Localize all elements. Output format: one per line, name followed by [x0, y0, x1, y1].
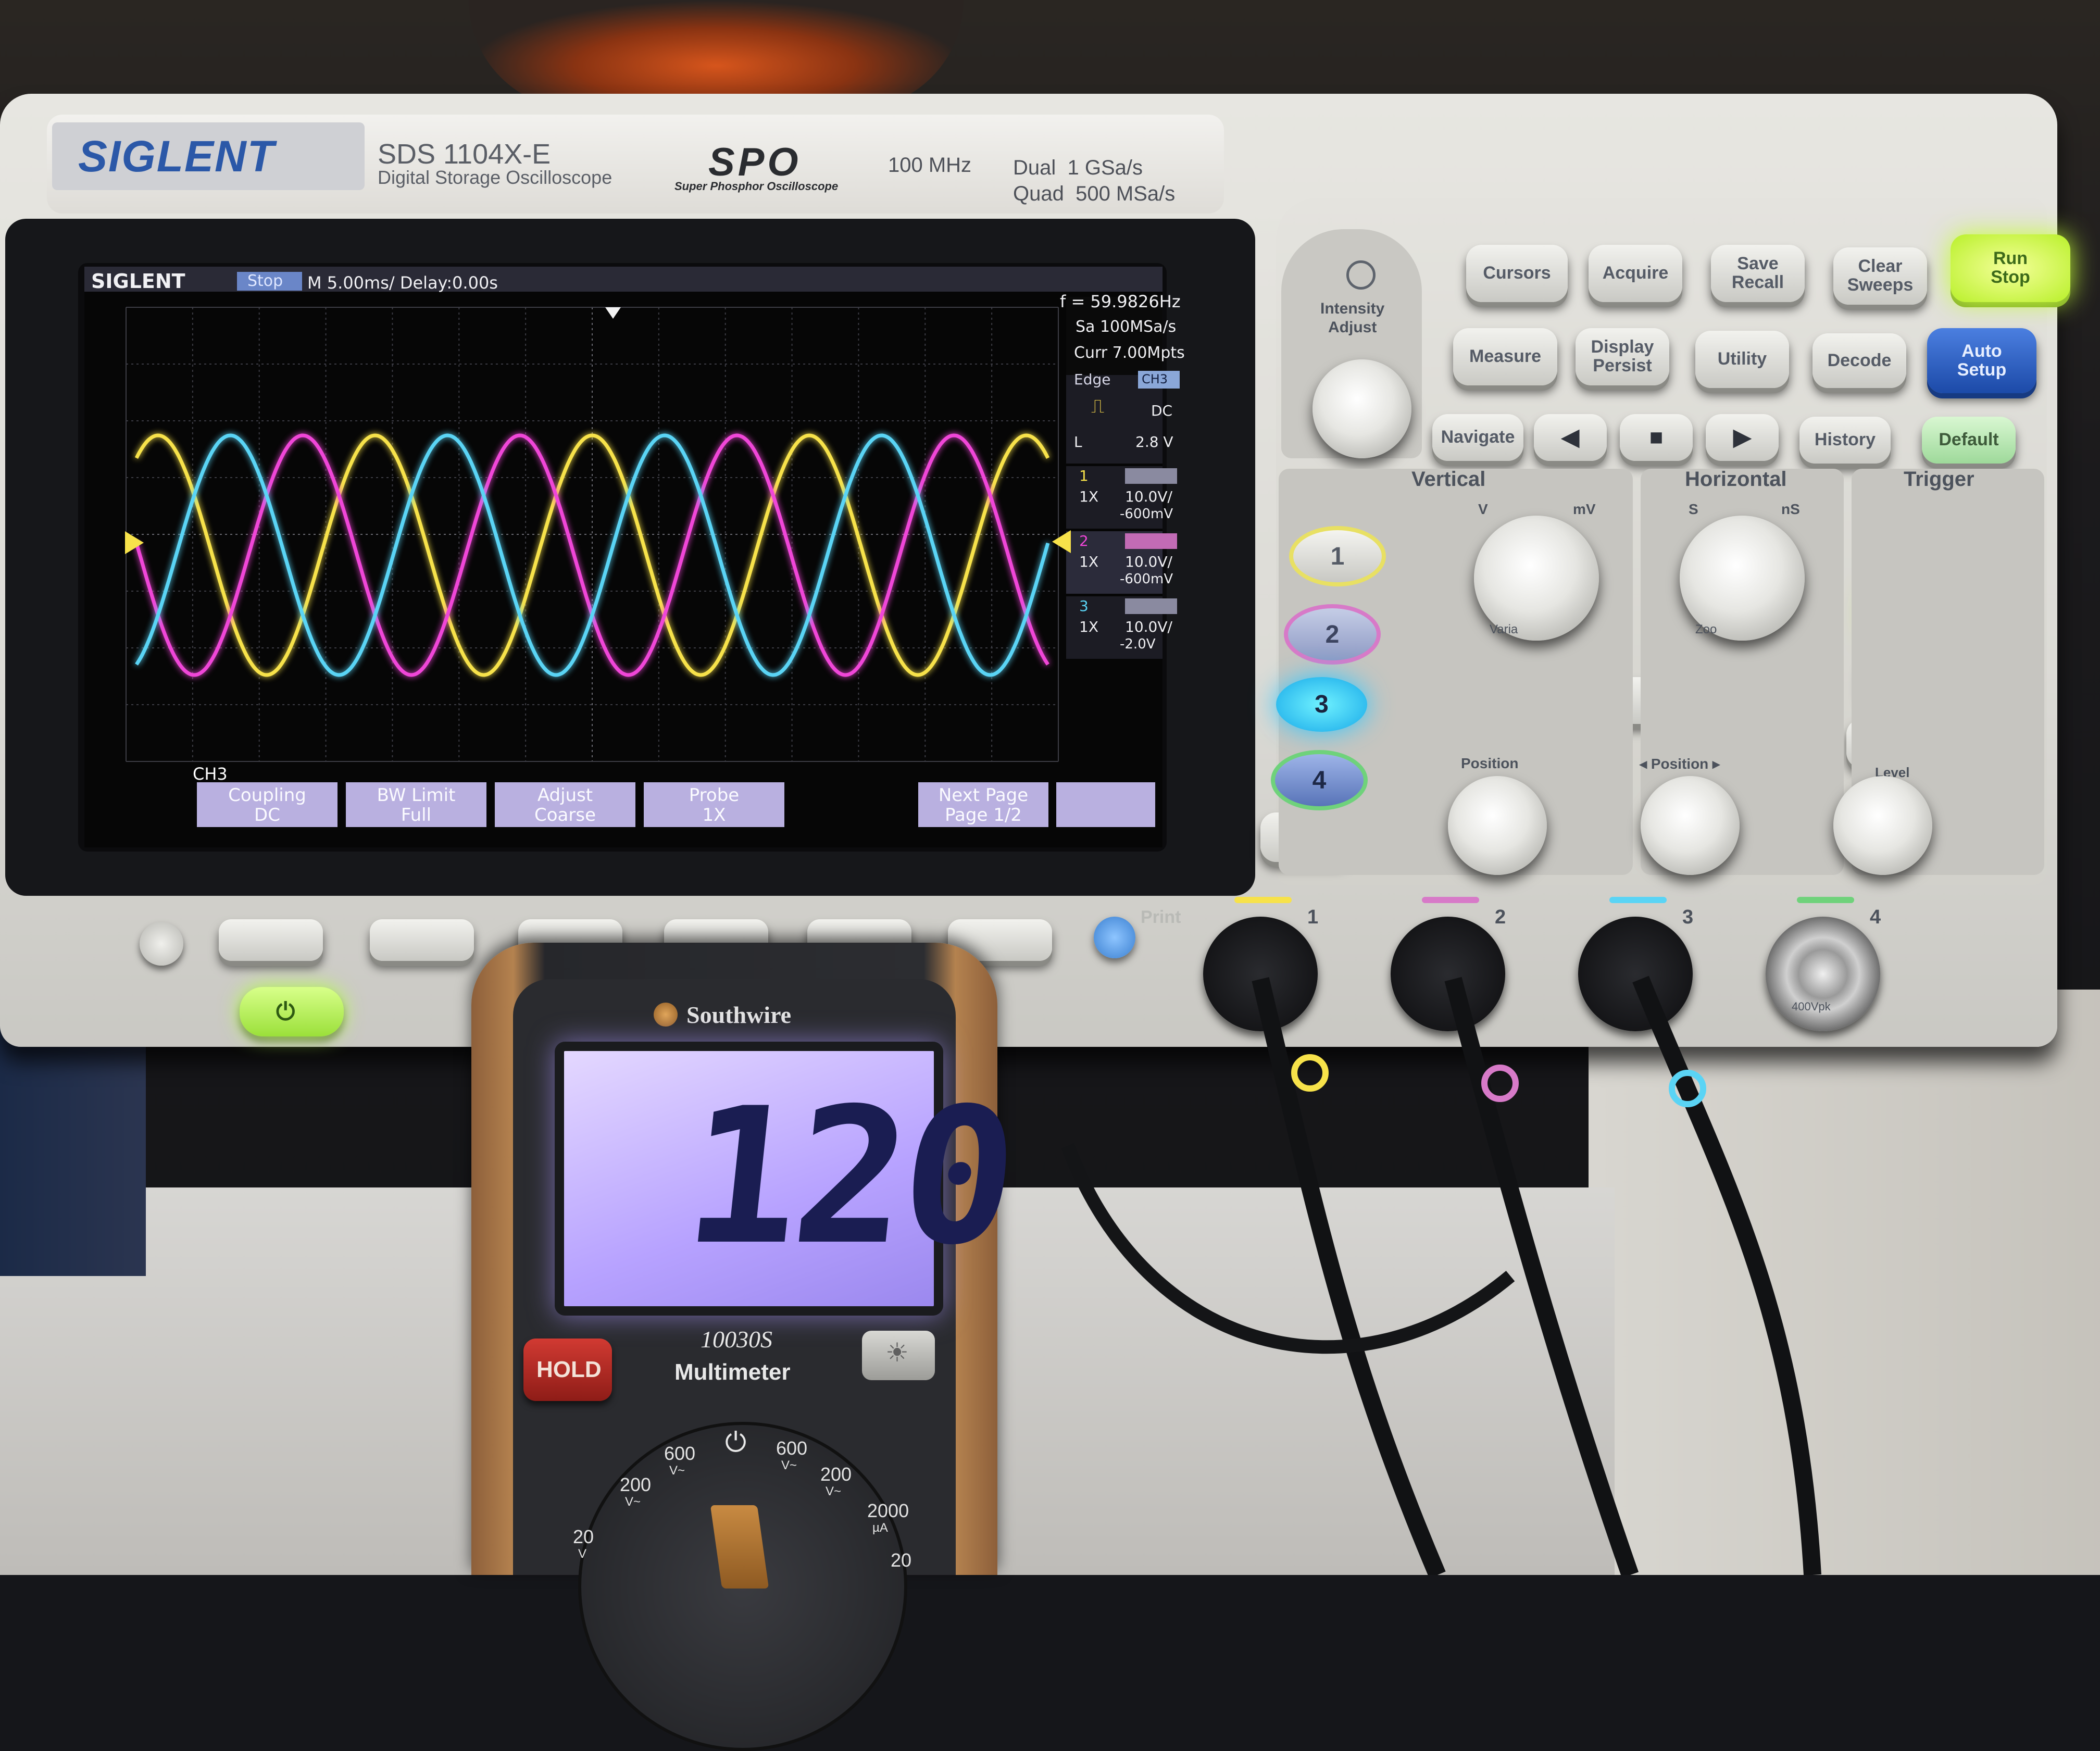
dial-unit: µA [872, 1521, 888, 1535]
probe-band-yellow [1291, 1054, 1329, 1092]
meter-model: 10030S [701, 1326, 772, 1353]
dial-unit: V~ [781, 1458, 797, 1472]
dial-off-icon: ⏻ [725, 1428, 747, 1458]
hold-label: HOLD [536, 1357, 602, 1382]
meter-type: Multimeter [674, 1359, 791, 1385]
dial-label: 2000 [867, 1500, 909, 1521]
dial-label: 20 [573, 1526, 594, 1547]
dial-label: 20 [891, 1549, 912, 1571]
dial-unit: V~ [625, 1495, 641, 1509]
dial-label: 200 [820, 1464, 852, 1485]
probe-cable-3 [1632, 975, 1821, 1575]
dial-unit: V~ [826, 1484, 842, 1498]
loose-cable [1061, 1143, 1515, 1354]
dial-unit: V [578, 1547, 587, 1561]
dial-label: 600 [776, 1437, 808, 1459]
dial-label: 600 [664, 1443, 696, 1464]
meter-brand: Southwire [686, 1002, 792, 1028]
meter-reading: 120 [676, 1068, 1022, 1286]
photo-scene: SIGLENT SDS 1104X-E Digital Storage Osci… [0, 0, 2100, 1751]
probe-cables [1061, 975, 1821, 1575]
backlight-icon: ☀ [885, 1338, 909, 1367]
probe-cable-2 [1444, 977, 1639, 1575]
dial-unit: V~ [669, 1464, 685, 1478]
brand-logo-icon [654, 1003, 678, 1027]
dial-label: 200 [620, 1474, 652, 1495]
probe-cable-1 [1252, 977, 1446, 1575]
